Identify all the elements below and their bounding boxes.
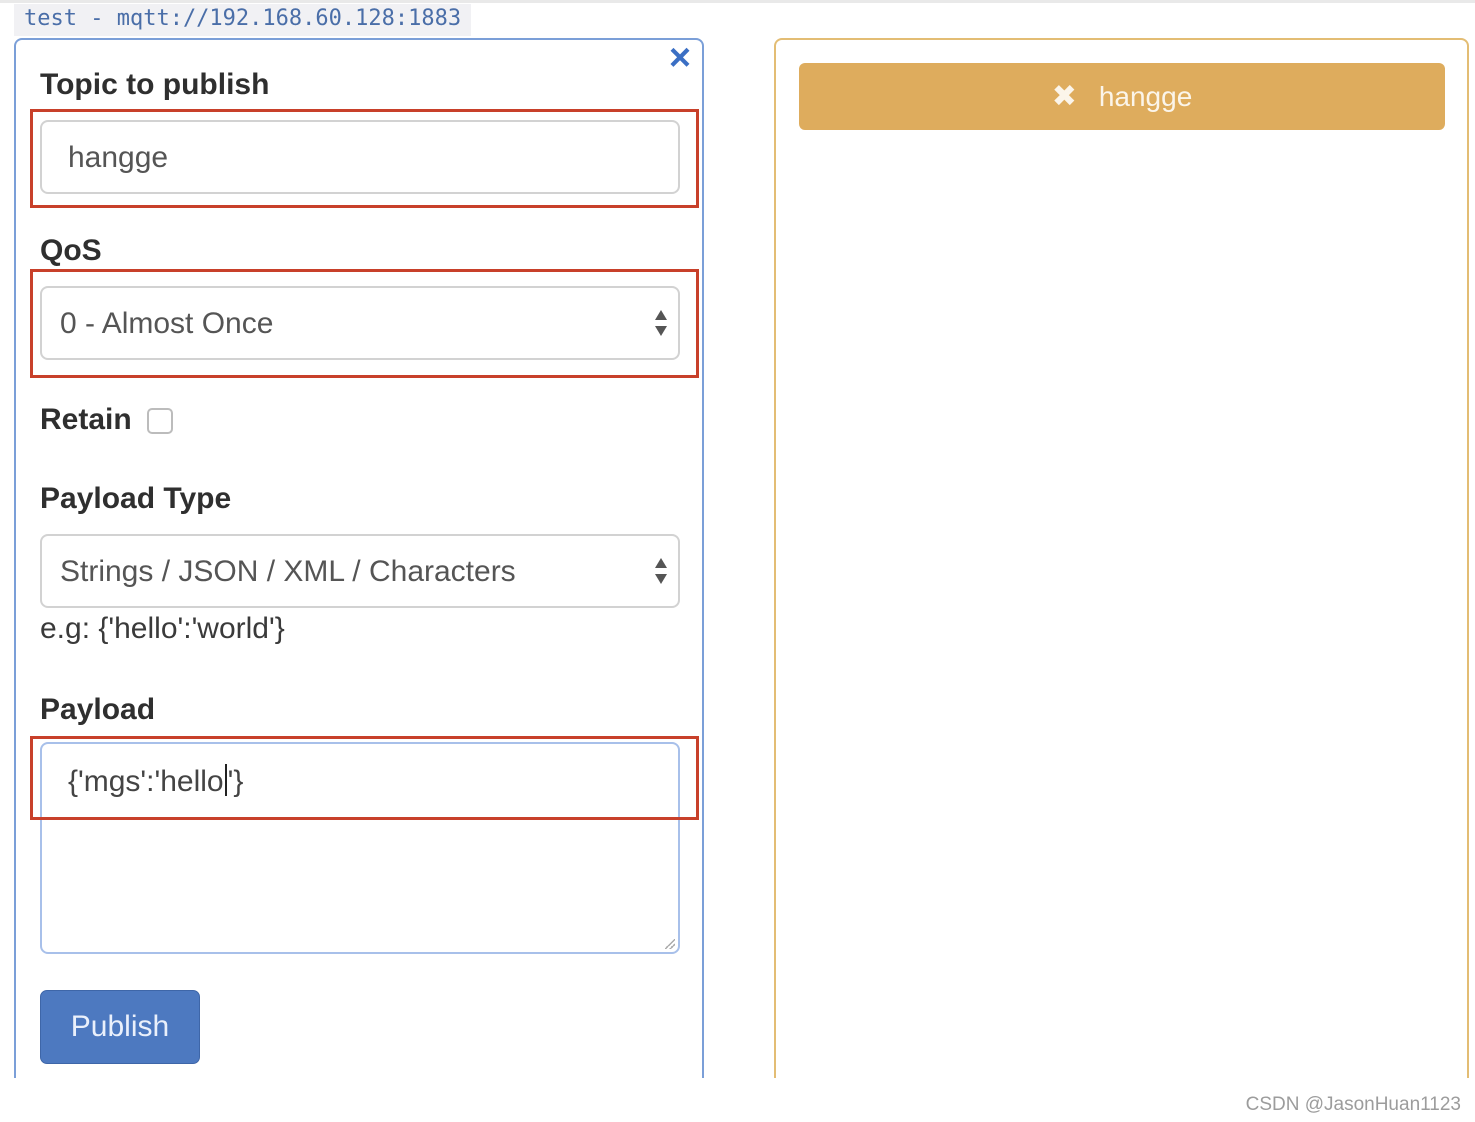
- payload-label: Payload: [40, 693, 156, 726]
- subscriptions-panel: [774, 38, 1469, 1078]
- select-arrows-icon: [655, 558, 667, 584]
- qos-select[interactable]: 0 - Almost Once: [40, 286, 680, 360]
- select-arrows-icon: [655, 310, 667, 336]
- topic-input[interactable]: hangge: [40, 120, 680, 194]
- payload-type-select[interactable]: Strings / JSON / XML / Characters: [40, 534, 680, 608]
- qos-label: QoS: [40, 234, 102, 267]
- watermark: CSDN @JasonHuan1123: [1245, 1094, 1461, 1115]
- qos-select-value: 0 - Almost Once: [60, 307, 274, 340]
- topic-label: Topic to publish: [40, 68, 270, 101]
- connection-label: test - mqtt://192.168.60.128:1883: [14, 4, 472, 36]
- top-divider: [0, 0, 1475, 3]
- payload-text-after-caret: '}: [227, 765, 244, 798]
- payload-type-label: Payload Type: [40, 482, 232, 515]
- retain-checkbox[interactable]: [147, 408, 173, 434]
- close-icon[interactable]: ×: [662, 39, 698, 77]
- payload-type-hint: e.g: {'hello':'world'}: [40, 612, 285, 645]
- subscription-chip[interactable]: ✖ hangge: [799, 63, 1445, 130]
- payload-textarea[interactable]: {'mgs':'hello '}: [40, 742, 680, 954]
- publish-button[interactable]: Publish: [40, 990, 200, 1064]
- payload-textarea-value: {'mgs':'hello '}: [68, 764, 243, 799]
- retain-label: Retain: [40, 403, 132, 436]
- remove-subscription-icon[interactable]: ✖: [1052, 80, 1077, 113]
- topic-input-value: hangge: [68, 141, 169, 174]
- text-caret: [224, 764, 227, 796]
- subscription-topic-label: hangge: [1098, 81, 1193, 112]
- payload-type-select-value: Strings / JSON / XML / Characters: [60, 555, 516, 588]
- resize-grip-icon[interactable]: [665, 939, 675, 949]
- payload-text-before-caret: {'mgs':'hello: [68, 765, 224, 798]
